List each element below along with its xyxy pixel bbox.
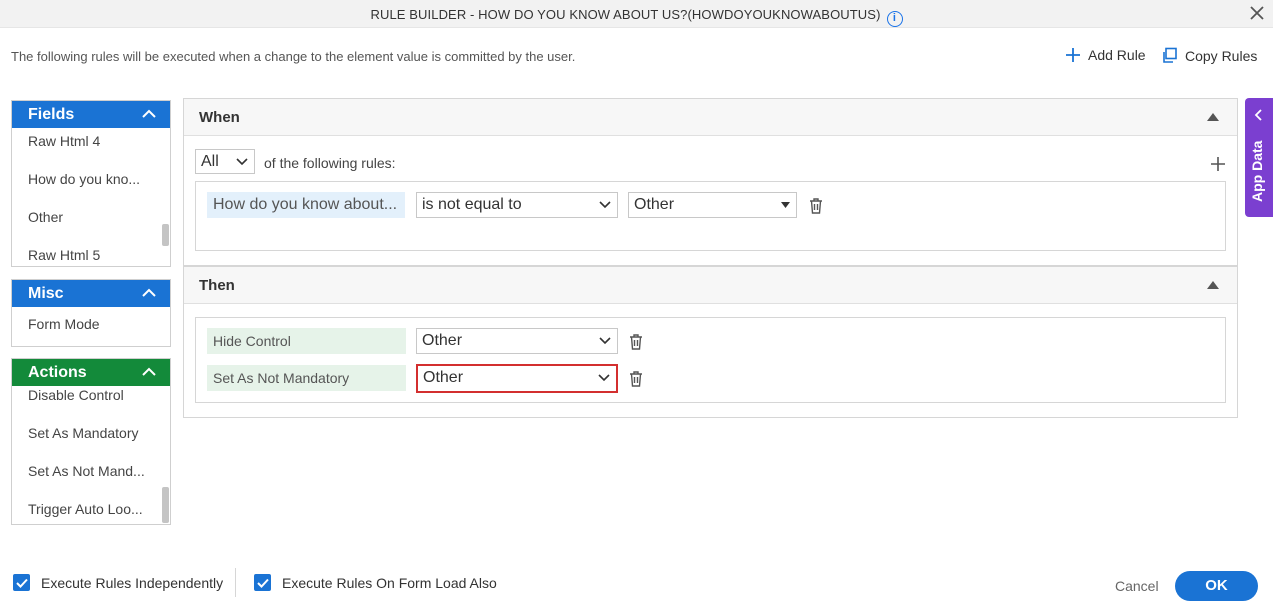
app-data-tab[interactable]: App Data: [1245, 98, 1273, 217]
cancel-button[interactable]: Cancel: [1115, 578, 1159, 594]
add-condition-icon[interactable]: [1211, 157, 1225, 171]
when-title: When: [199, 109, 240, 126]
not-mandatory-target-select[interactable]: Other: [416, 364, 618, 393]
misc-panel: Misc Form Mode: [11, 279, 171, 347]
info-icon[interactable]: i: [886, 11, 903, 27]
condition-operator-select[interactable]: is not equal to: [416, 192, 618, 218]
ok-button[interactable]: OK: [1175, 571, 1258, 601]
chevron-down-icon: [598, 374, 610, 382]
app-data-label: App Data: [1249, 140, 1265, 202]
action-item-trigger-auto-lookup[interactable]: Trigger Auto Loo...: [12, 490, 170, 528]
close-icon[interactable]: [1249, 5, 1265, 21]
exec-independently-checkbox[interactable]: Execute Rules Independently: [13, 574, 223, 591]
then-title: Then: [199, 277, 235, 294]
chevron-up-icon: [142, 109, 156, 118]
plus-icon: [1066, 48, 1080, 62]
fields-panel-title: Fields: [28, 106, 75, 123]
fields-panel: Fields Raw Html 4 How do you kno... Othe…: [11, 100, 171, 267]
exec-on-load-checkbox[interactable]: Execute Rules On Form Load Also: [254, 574, 497, 591]
trash-icon[interactable]: [628, 333, 644, 351]
when-section: When All of the following rules: How do …: [183, 98, 1238, 266]
misc-panel-title: Misc: [28, 285, 64, 302]
condition-value-select[interactable]: Other: [628, 192, 797, 218]
collapse-triangle-icon[interactable]: [1207, 281, 1219, 289]
then-section-header[interactable]: Then: [184, 267, 1237, 304]
condition-box: How do you know about... is not equal to…: [195, 181, 1226, 251]
hide-control-target-select[interactable]: Other: [416, 328, 618, 354]
then-section: Then Hide Control Other Set As Not Manda…: [183, 266, 1238, 418]
field-item-how-do-you-know[interactable]: How do you kno...: [12, 160, 170, 198]
condition-operator-value: is not equal to: [422, 196, 522, 213]
action-item-set-as-not-mandatory[interactable]: Set As Not Mand...: [12, 452, 170, 490]
action-item-set-as-mandatory[interactable]: Set As Mandatory: [12, 414, 170, 452]
actions-scrollbar[interactable]: [162, 487, 169, 523]
checkbox-checked-icon[interactable]: [254, 574, 271, 591]
chevron-down-icon: [599, 201, 611, 209]
field-item-raw-html-4[interactable]: Raw Html 4: [12, 122, 170, 160]
chevron-left-icon: [1254, 109, 1262, 121]
fields-scrollbar[interactable]: [162, 224, 169, 246]
then-action-set-as-not-mandatory[interactable]: Set As Not Mandatory: [207, 365, 406, 391]
footer-divider: [235, 568, 236, 597]
actions-panel: Actions Disable Control Set As Mandatory…: [11, 358, 171, 525]
hide-control-target-value: Other: [422, 332, 463, 349]
actions-box: Hide Control Other Set As Not Mandatory …: [195, 317, 1226, 403]
dialog-title-bar: RULE BUILDER - HOW DO YOU KNOW ABOUT US?…: [0, 0, 1273, 28]
field-item-other[interactable]: Other: [12, 198, 170, 236]
condition-field[interactable]: How do you know about...: [207, 192, 405, 218]
copy-rules-label: Copy Rules: [1185, 47, 1258, 64]
misc-item-form-mode[interactable]: Form Mode: [12, 305, 170, 343]
rules-description: The following rules will be executed whe…: [11, 49, 576, 64]
not-mandatory-target-value: Other: [423, 369, 464, 386]
when-section-header[interactable]: When: [184, 99, 1237, 136]
misc-panel-header[interactable]: Misc: [12, 280, 170, 307]
dialog-title: RULE BUILDER - HOW DO YOU KNOW ABOUT US?…: [0, 7, 1273, 27]
checkbox-checked-icon[interactable]: [13, 574, 30, 591]
match-mode-select[interactable]: All: [195, 149, 255, 174]
trash-icon[interactable]: [628, 370, 644, 388]
field-item-raw-html-5[interactable]: Raw Html 5: [12, 236, 170, 274]
chevron-down-icon: [236, 158, 248, 166]
exec-on-load-label: Execute Rules On Form Load Also: [282, 574, 497, 591]
collapse-triangle-icon[interactable]: [1207, 113, 1219, 121]
dialog-title-text: RULE BUILDER - HOW DO YOU KNOW ABOUT US?…: [370, 7, 881, 22]
copy-icon: [1163, 47, 1177, 63]
trash-icon[interactable]: [808, 197, 824, 215]
then-action-hide-control[interactable]: Hide Control: [207, 328, 406, 354]
match-mode-value: All: [201, 153, 219, 170]
add-rule-label: Add Rule: [1088, 47, 1146, 63]
add-rule-button[interactable]: Add Rule: [1065, 47, 1146, 63]
copy-rules-button[interactable]: Copy Rules: [1161, 47, 1257, 64]
caret-down-icon: [781, 202, 790, 208]
condition-value: Other: [634, 196, 675, 213]
chevron-up-icon: [142, 288, 156, 297]
exec-independently-label: Execute Rules Independently: [41, 574, 224, 591]
chevron-down-icon: [599, 337, 611, 345]
action-item-disable-control[interactable]: Disable Control: [12, 376, 170, 414]
match-mode-suffix: of the following rules:: [264, 155, 396, 171]
